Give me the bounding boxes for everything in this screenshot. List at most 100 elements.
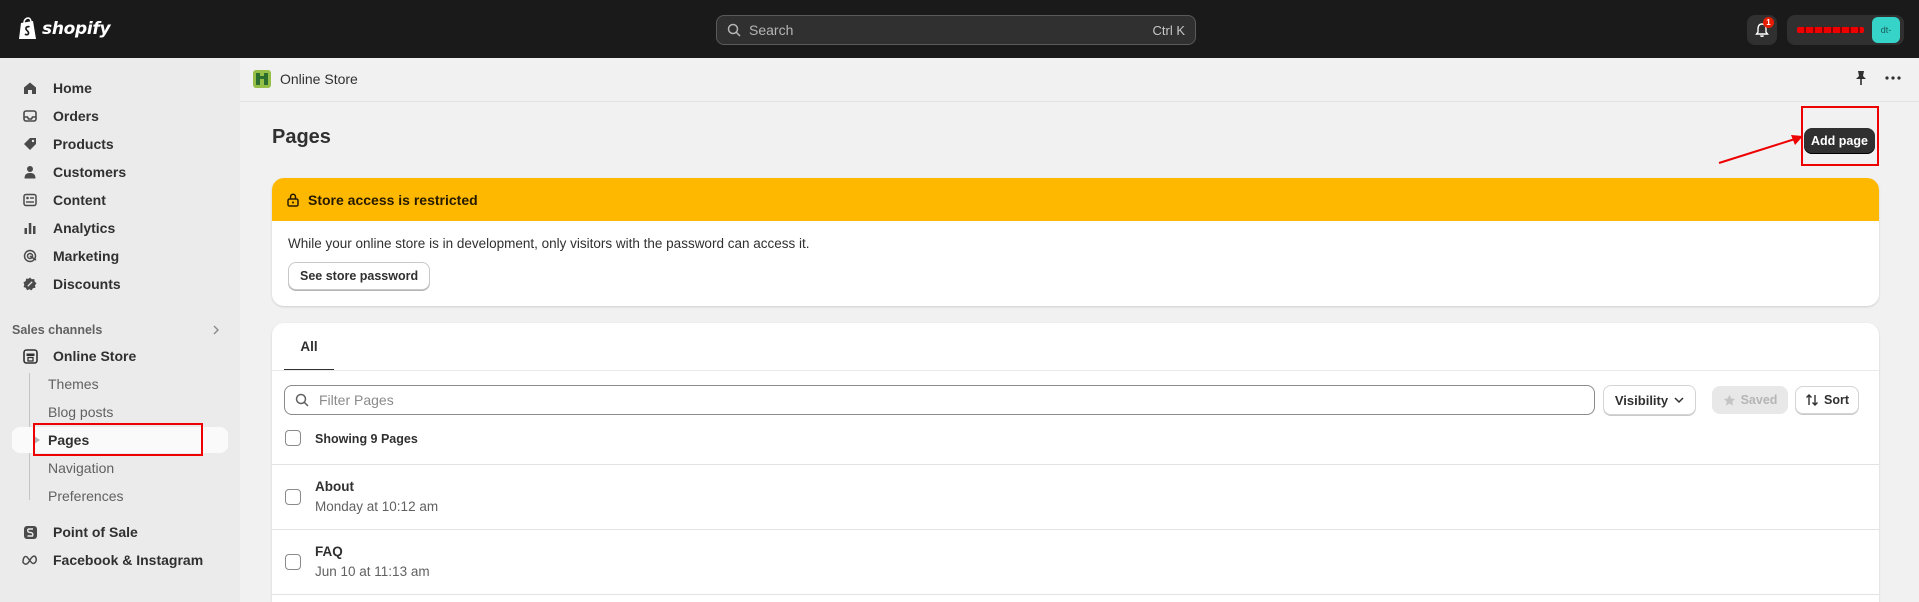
tabs-divider: [272, 370, 1879, 371]
sidebar-item-label: Customers: [53, 164, 127, 180]
sidebar-sub-navigation[interactable]: Navigation: [12, 455, 228, 481]
sidebar-item-label: Content: [53, 192, 106, 208]
sidebar-item-label: Analytics: [53, 220, 116, 236]
showing-count: Showing 9 Pages: [315, 432, 418, 446]
row-title[interactable]: About: [315, 479, 354, 494]
discount-icon: [22, 276, 38, 292]
search-icon: [727, 23, 741, 37]
pages-list-card: All Filter Pages Visibility Saved Sort S…: [272, 323, 1879, 602]
notification-badge: 1: [1763, 17, 1774, 28]
sort-arrows-icon: [1806, 394, 1818, 406]
sidebar-item-label: Home: [53, 80, 92, 96]
online-store-app-icon: [253, 70, 271, 88]
filter-pages-input[interactable]: Filter Pages: [284, 385, 1595, 415]
sidebar-item-label: Products: [53, 136, 114, 152]
annotation-box-pages: [33, 423, 203, 456]
saved-button[interactable]: Saved: [1712, 386, 1788, 414]
row-divider: [272, 464, 1879, 465]
row-date: Jun 10 at 11:13 am: [315, 564, 430, 579]
annotation-box-add-page: [1801, 106, 1879, 166]
sidebar-item-discounts[interactable]: Discounts: [12, 271, 228, 297]
row-checkbox[interactable]: [285, 489, 301, 505]
banner-message: While your online store is in developmen…: [288, 236, 810, 251]
breadcrumb-title: Online Store: [280, 71, 358, 87]
star-icon: [1723, 394, 1735, 406]
lock-icon: [287, 193, 299, 207]
target-icon: [22, 248, 38, 264]
person-icon: [22, 164, 38, 180]
saved-label: Saved: [1740, 393, 1778, 407]
sidebar-sub-themes[interactable]: Themes: [12, 371, 228, 397]
sidebar-item-products[interactable]: Products: [12, 131, 228, 157]
row-divider: [272, 529, 1879, 530]
breadcrumb[interactable]: Online Store: [253, 70, 358, 88]
content-icon: [22, 192, 38, 208]
shopify-bag-icon: [19, 17, 36, 39]
sidebar-sub-label: Preferences: [48, 488, 124, 504]
breadcrumb-bar: Online Store: [240, 58, 1919, 102]
sidebar: Home Orders Products Customers Content A…: [0, 58, 240, 602]
account-menu-button[interactable]: dt-: [1787, 15, 1904, 45]
sidebar-sub-label: Themes: [48, 376, 99, 392]
shopify-logo[interactable]: shopify: [18, 16, 111, 42]
sidebar-item-label: Orders: [53, 108, 99, 124]
meta-icon: [22, 552, 38, 568]
sidebar-item-label: Discounts: [53, 276, 121, 292]
online-store-icon: [22, 348, 38, 364]
sidebar-sub-label: Navigation: [48, 460, 115, 476]
point-of-sale-icon: [22, 524, 38, 540]
sidebar-item-orders[interactable]: Orders: [12, 103, 228, 129]
see-store-password-button[interactable]: See store password: [288, 262, 431, 290]
avatar: dt-: [1872, 17, 1900, 43]
select-all-checkbox[interactable]: [285, 430, 301, 446]
sort-label: Sort: [1824, 393, 1849, 407]
tag-icon: [22, 136, 38, 152]
sidebar-item-point-of-sale[interactable]: Point of Sale: [12, 519, 228, 545]
sidebar-sub-blog-posts[interactable]: Blog posts: [12, 399, 228, 425]
store-access-banner: Store access is restricted While your on…: [272, 178, 1879, 306]
search-shortcut: Ctrl K: [1152, 22, 1186, 38]
chevron-right-icon: [213, 325, 219, 335]
sidebar-item-label: Marketing: [53, 248, 120, 264]
page-title: Pages: [272, 126, 331, 148]
sidebar-sub-preferences[interactable]: Preferences: [12, 483, 228, 509]
banner-title: Store access is restricted: [308, 191, 478, 208]
row-divider: [272, 594, 1879, 595]
sidebar-item-label: Facebook & Instagram: [53, 552, 204, 568]
sidebar-item-facebook-instagram[interactable]: Facebook & Instagram: [12, 547, 228, 573]
sidebar-item-content[interactable]: Content: [12, 187, 228, 213]
search-icon: [295, 393, 309, 407]
annotation-arrow: [1718, 135, 1803, 164]
visibility-label: Visibility: [1614, 392, 1669, 408]
inbox-icon: [22, 108, 38, 124]
shopify-wordmark: shopify: [42, 19, 111, 39]
redacted-store-name: [1797, 27, 1864, 33]
search-placeholder: Search: [749, 22, 794, 38]
chevron-down-icon: [1674, 397, 1684, 404]
sidebar-item-analytics[interactable]: Analytics: [12, 215, 228, 241]
row-title[interactable]: FAQ: [315, 544, 343, 559]
visibility-filter-button[interactable]: Visibility: [1603, 385, 1696, 415]
more-actions-icon[interactable]: [1884, 70, 1902, 91]
sidebar-item-label: Point of Sale: [53, 524, 138, 540]
sidebar-item-customers[interactable]: Customers: [12, 159, 228, 185]
filter-placeholder: Filter Pages: [319, 392, 394, 408]
search-input[interactable]: Search Ctrl K: [716, 15, 1196, 45]
sidebar-item-label: Online Store: [53, 348, 137, 364]
top-bar: shopify Search Ctrl K 1 dt-: [0, 0, 1919, 58]
row-date: Monday at 10:12 am: [315, 499, 439, 514]
home-icon: [22, 80, 38, 96]
bar-chart-icon: [22, 220, 38, 236]
banner-header: Store access is restricted: [272, 178, 1879, 221]
sort-button[interactable]: Sort: [1795, 386, 1859, 414]
notifications-button[interactable]: 1: [1747, 15, 1777, 45]
sidebar-item-marketing[interactable]: Marketing: [12, 243, 228, 269]
sidebar-item-home[interactable]: Home: [12, 75, 228, 101]
sidebar-sub-label: Blog posts: [48, 404, 114, 420]
sidebar-item-online-store[interactable]: Online Store: [12, 343, 228, 369]
sales-channels-label: Sales channels: [12, 323, 103, 337]
tab-all[interactable]: All: [284, 339, 334, 371]
row-checkbox[interactable]: [285, 554, 301, 570]
sales-channels-header[interactable]: Sales channels: [12, 320, 228, 340]
pin-icon[interactable]: [1854, 70, 1868, 91]
